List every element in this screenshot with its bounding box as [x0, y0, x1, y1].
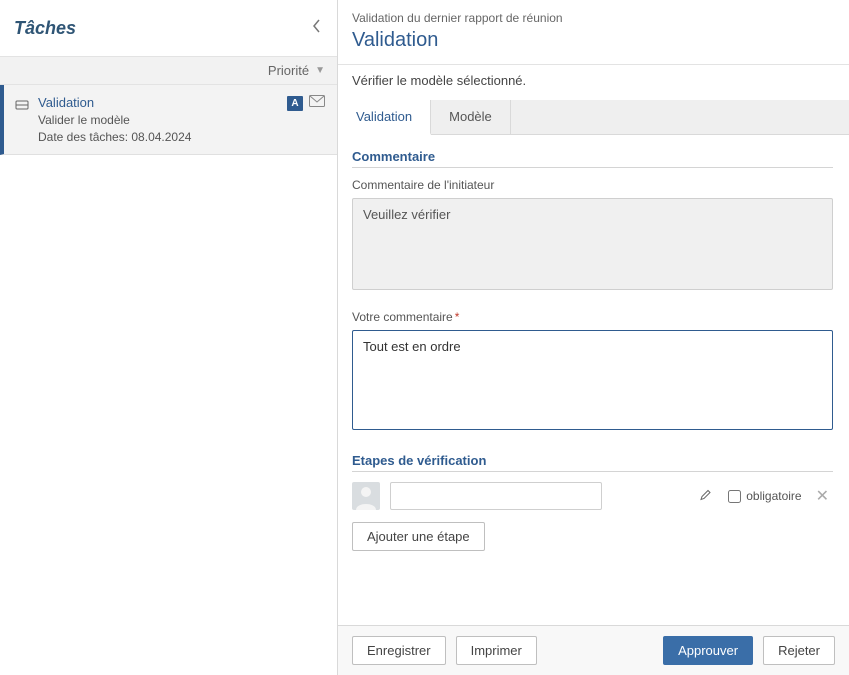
- task-date: Date des tâches: 08.04.2024: [38, 130, 287, 144]
- edit-icon[interactable]: [700, 489, 712, 504]
- sidebar: Tâches Priorité ▼ Validation Valider le …: [0, 0, 338, 675]
- tab-validation[interactable]: Validation: [338, 100, 431, 135]
- obligatory-label: obligatoire: [746, 489, 801, 503]
- task-item[interactable]: Validation Valider le modèle Date des tâ…: [0, 85, 337, 155]
- verification-user-input[interactable]: [390, 482, 602, 510]
- task-subtitle: Valider le modèle: [38, 113, 287, 127]
- initiator-comment-label: Commentaire de l'initiateur: [352, 178, 833, 192]
- initiator-comment-value: Veuillez vérifier: [352, 198, 833, 290]
- approve-button[interactable]: Approuver: [663, 636, 753, 665]
- page-subtitle: Vérifier le modèle sélectionné.: [338, 64, 849, 100]
- mail-icon[interactable]: [309, 95, 325, 111]
- page-title: Validation: [338, 29, 849, 64]
- your-comment-input[interactable]: [352, 330, 833, 430]
- verification-step-row: obligatoire ✕: [352, 482, 833, 510]
- your-comment-label: Votre commentaire*: [352, 310, 833, 324]
- footer: Enregistrer Imprimer Approuver Rejeter: [338, 625, 849, 675]
- main: Validation du dernier rapport de réunion…: [338, 0, 849, 675]
- priority-sort[interactable]: Priorité ▼: [0, 56, 337, 85]
- print-button[interactable]: Imprimer: [456, 636, 537, 665]
- add-step-button[interactable]: Ajouter une étape: [352, 522, 485, 551]
- breadcrumb: Validation du dernier rapport de réunion: [338, 0, 849, 29]
- chevron-down-icon: ▼: [315, 65, 325, 76]
- remove-step-icon[interactable]: ✕: [812, 486, 833, 506]
- collapse-sidebar-icon[interactable]: [311, 18, 323, 39]
- obligatory-checkbox[interactable]: [728, 490, 741, 503]
- section-comment-title: Commentaire: [352, 149, 833, 168]
- save-button[interactable]: Enregistrer: [352, 636, 446, 665]
- task-icon: [14, 97, 30, 113]
- section-steps-title: Etapes de vérification: [352, 453, 833, 472]
- reject-button[interactable]: Rejeter: [763, 636, 835, 665]
- sidebar-title: Tâches: [14, 18, 76, 39]
- tab-modele[interactable]: Modèle: [431, 100, 511, 134]
- tabs: Validation Modèle: [338, 100, 849, 135]
- priority-label: Priorité: [268, 63, 309, 78]
- avatar-icon: [352, 482, 380, 510]
- obligatory-checkbox-wrap[interactable]: obligatoire: [728, 489, 801, 503]
- task-title: Validation: [38, 95, 287, 110]
- annotation-badge: A: [287, 96, 303, 111]
